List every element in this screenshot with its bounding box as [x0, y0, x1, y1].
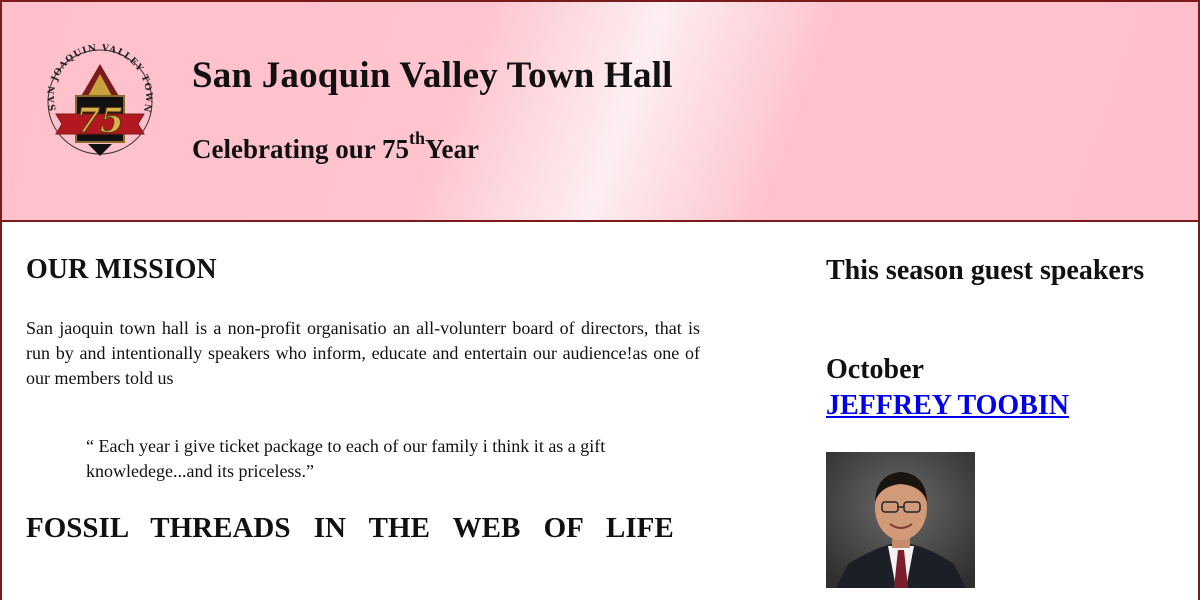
- speaker-month: October: [826, 354, 924, 385]
- page-content: OUR MISSION San jaoquin town hall is a n…: [0, 222, 1200, 600]
- site-header: SAN JOAQUIN VALLEY TOWN HALL 75 San Jaoq…: [0, 0, 1200, 222]
- fossil-threads-heading: FOSSIL THREADS IN THE WEB OF LIFE: [26, 512, 674, 544]
- season-speakers-heading: This season guest speakers: [826, 255, 1145, 286]
- tagline-prefix: Celebrating our 75: [192, 134, 409, 164]
- member-quote: “ Each year i give ticket package to eac…: [86, 436, 606, 481]
- town-hall-75-logo: SAN JOAQUIN VALLEY TOWN HALL 75: [34, 40, 153, 156]
- svg-text:75: 75: [76, 101, 123, 141]
- speaker-portrait-icon[interactable]: [826, 452, 975, 588]
- mission-text: San jaoquin town hall is a non-profit or…: [26, 318, 700, 388]
- site-title: San Jaoquin Valley Town Hall: [192, 55, 673, 96]
- mission-heading: OUR MISSION: [26, 254, 217, 285]
- tagline-suffix: Year: [425, 134, 479, 164]
- speaker-name-link[interactable]: JEFFREY TOOBIN: [826, 388, 1069, 424]
- tagline-ordinal: th: [409, 128, 426, 148]
- tagline: Celebrating our 75thYear: [192, 129, 479, 165]
